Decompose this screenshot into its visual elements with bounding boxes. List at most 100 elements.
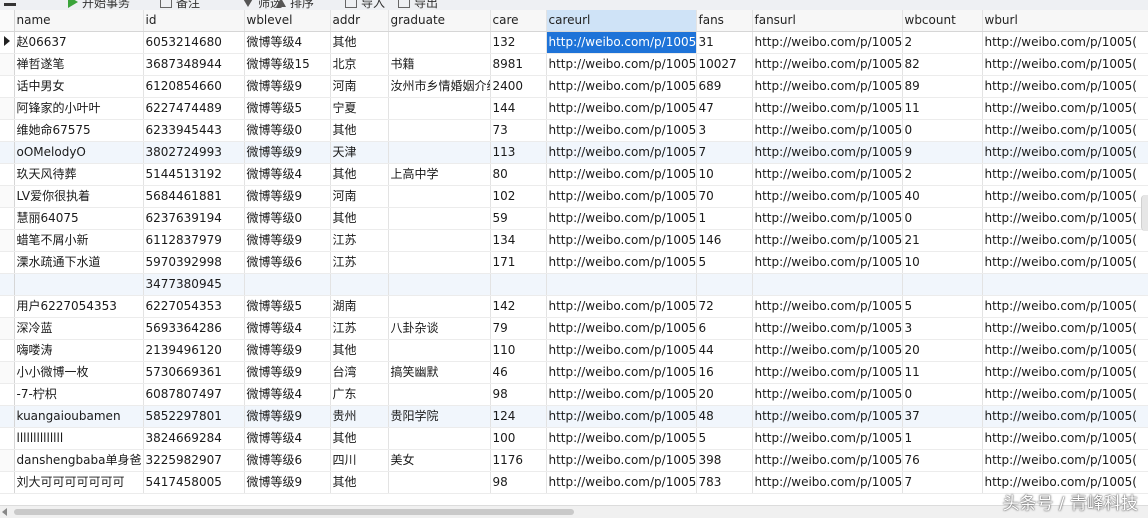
cell-graduate[interactable]: 八卦杂谈	[388, 317, 491, 340]
cell-care[interactable]: 100	[490, 427, 547, 450]
row-indicator[interactable]	[0, 229, 15, 252]
table-row[interactable]: 3477380945	[0, 273, 1148, 296]
cell-wburl[interactable]	[982, 273, 1148, 296]
cell-name[interactable]: kuangaioubamen	[14, 405, 144, 428]
row-indicator[interactable]	[0, 53, 15, 76]
cell-fansurl[interactable]	[752, 273, 903, 296]
cell-wbcount[interactable]: 0	[902, 119, 983, 142]
table-row[interactable]: 刘大可可可可可可可 5417458005 微博等级9 其他 98 http://weibo…	[0, 471, 1148, 494]
cell-wburl[interactable]: http://weibo.com/p/1005(	[982, 251, 1148, 274]
cell-graduate[interactable]: 美女	[388, 449, 491, 472]
cell-careurl[interactable]: http://weibo.com/p/1005(	[546, 75, 697, 98]
table-row[interactable]: 维她命67575 6233945443 微博等级0 其他 73 http://weibo.…	[0, 119, 1148, 142]
cell-wbcount[interactable]	[902, 273, 983, 296]
cell-fansurl[interactable]: http://weibo.com/p/1005(	[752, 295, 903, 318]
cell-id[interactable]: 6233945443	[143, 119, 245, 142]
cell-addr[interactable]: 江苏	[330, 317, 389, 340]
cell-fans[interactable]: 44	[696, 339, 753, 362]
cell-graduate[interactable]	[388, 471, 491, 494]
cell-id[interactable]: 5970392998	[143, 251, 245, 274]
table-row[interactable]: 禅哲遂笔 3687348944 微博等级15 北京 书籍 8981 http://weibo…	[0, 53, 1148, 76]
export-button[interactable]: 导出	[398, 0, 438, 10]
cell-wburl[interactable]: http://weibo.com/p/1005(	[982, 339, 1148, 362]
cell-wbcount[interactable]: 20	[902, 339, 983, 362]
cell-care[interactable]	[490, 273, 547, 296]
cell-wbcount[interactable]: 3	[902, 317, 983, 340]
cell-careurl[interactable]: http://weibo.com/p/1005(	[546, 427, 697, 450]
cell-wblevel[interactable]: 微博等级9	[244, 471, 331, 494]
cell-wbcount[interactable]: 82	[902, 53, 983, 76]
cell-wblevel[interactable]: 微博等级9	[244, 339, 331, 362]
cell-careurl[interactable]: http://weibo.com/p/1005(	[546, 207, 697, 230]
cell-careurl[interactable]: http://weibo.com/p/1005(	[546, 251, 697, 274]
column-header-wblevel[interactable]: wblevel	[244, 10, 331, 32]
begin-transaction-button[interactable]: 开始事务	[68, 0, 130, 10]
cell-addr[interactable]: 河南	[330, 185, 389, 208]
cell-id[interactable]: 6120854660	[143, 75, 245, 98]
cell-wbcount[interactable]: 0	[902, 383, 983, 406]
cell-id[interactable]: 5730669361	[143, 361, 245, 384]
table-row[interactable]: LV爱你很执着 5684461881 微博等级9 河南 102 http://weibo.…	[0, 185, 1148, 208]
cell-addr[interactable]: 北京	[330, 53, 389, 76]
column-header-graduate[interactable]: graduate	[388, 10, 491, 32]
cell-wburl[interactable]: http://weibo.com/p/1005(	[982, 427, 1148, 450]
cell-addr[interactable]: 河南	[330, 75, 389, 98]
cell-fans[interactable]: 5	[696, 251, 753, 274]
cell-wblevel[interactable]: 微博等级9	[244, 141, 331, 164]
cell-wbcount[interactable]: 11	[902, 361, 983, 384]
cell-id[interactable]: 5693364286	[143, 317, 245, 340]
cell-careurl[interactable]: http://weibo.com/p/1005(	[546, 97, 697, 120]
cell-wblevel[interactable]: 微博等级4	[244, 31, 331, 54]
cell-fans[interactable]: 1	[696, 207, 753, 230]
cell-wburl[interactable]: http://weibo.com/p/1005(	[982, 119, 1148, 142]
note-button[interactable]: 备注	[160, 0, 200, 10]
cell-wbcount[interactable]: 2	[902, 163, 983, 186]
column-header-wburl[interactable]: wburl	[982, 10, 1148, 32]
cell-fans[interactable]: 20	[696, 383, 753, 406]
cell-name[interactable]: 慧丽64075	[14, 207, 144, 230]
toolbar-menu[interactable]	[4, 0, 16, 10]
cell-wbcount[interactable]: 7	[902, 471, 983, 494]
cell-addr[interactable]: 其他	[330, 207, 389, 230]
cell-id[interactable]: 3477380945	[143, 273, 245, 296]
cell-care[interactable]: 113	[490, 141, 547, 164]
cell-graduate[interactable]	[388, 119, 491, 142]
cell-name[interactable]: 赵06637	[14, 31, 144, 54]
cell-name[interactable]: LV爱你很执着	[14, 185, 144, 208]
cell-addr[interactable]: 其他	[330, 119, 389, 142]
cell-wblevel[interactable]: 微博等级6	[244, 251, 331, 274]
row-indicator[interactable]	[0, 295, 15, 318]
column-header-fans[interactable]: fans	[696, 10, 753, 32]
cell-wblevel[interactable]: 微博等级5	[244, 295, 331, 318]
cell-name[interactable]: 禅哲遂笔	[14, 53, 144, 76]
cell-wblevel[interactable]	[244, 273, 331, 296]
cell-addr[interactable]	[330, 273, 389, 296]
cell-care[interactable]: 132	[490, 31, 547, 54]
cell-fans[interactable]: 3	[696, 119, 753, 142]
row-indicator[interactable]	[0, 405, 15, 428]
cell-id[interactable]: 6053214680	[143, 31, 245, 54]
cell-fans[interactable]: 48	[696, 405, 753, 428]
cell-id[interactable]: 6227474489	[143, 97, 245, 120]
cell-fansurl[interactable]: http://weibo.com/p/1005(	[752, 141, 903, 164]
cell-id[interactable]: 3225982907	[143, 449, 245, 472]
cell-wburl[interactable]: http://weibo.com/p/1005(	[982, 405, 1148, 428]
cell-id[interactable]: 5144513192	[143, 163, 245, 186]
cell-careurl[interactable]: http://weibo.com/p/1005(	[546, 405, 697, 428]
cell-wburl[interactable]: http://weibo.com/p/1005(	[982, 207, 1148, 230]
cell-fans[interactable]: 146	[696, 229, 753, 252]
table-row[interactable]: oOMelodyO 3802724993 微博等级9 天津 113 http://weib…	[0, 141, 1148, 164]
cell-fansurl[interactable]: http://weibo.com/p/1005(	[752, 427, 903, 450]
cell-care[interactable]: 110	[490, 339, 547, 362]
cell-care[interactable]: 98	[490, 471, 547, 494]
cell-name[interactable]: 深冷蓝	[14, 317, 144, 340]
table-row[interactable]: 嗨喽涛 2139496120 微博等级9 其他 110 http://weibo.com/…	[0, 339, 1148, 362]
cell-name[interactable]: 用户6227054353	[14, 295, 144, 318]
cell-name[interactable]: llllllllllllll	[14, 427, 144, 450]
cell-fans[interactable]: 7	[696, 141, 753, 164]
row-indicator[interactable]	[0, 361, 15, 384]
cell-addr[interactable]: 其他	[330, 339, 389, 362]
cell-fansurl[interactable]: http://weibo.com/p/1005(	[752, 317, 903, 340]
cell-care[interactable]: 80	[490, 163, 547, 186]
cell-addr[interactable]: 其他	[330, 427, 389, 450]
